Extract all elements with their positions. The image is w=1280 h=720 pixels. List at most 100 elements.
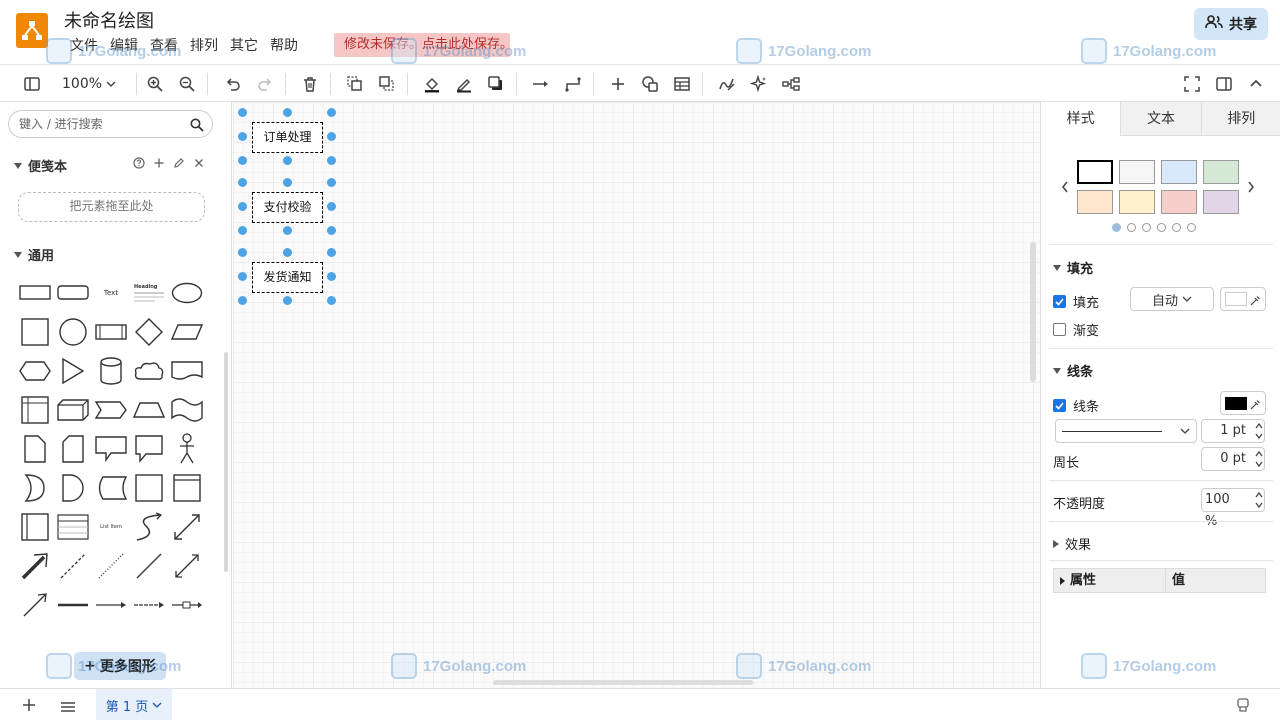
selection-handle[interactable] — [238, 248, 247, 257]
fill-mode-select[interactable]: 自动 — [1130, 287, 1214, 311]
fill-color-icon[interactable] — [420, 72, 444, 96]
effects-section-header[interactable]: 效果 — [1053, 534, 1091, 553]
add-page-icon[interactable] — [22, 697, 36, 716]
shape-ellipse[interactable] — [168, 274, 206, 312]
shape-list[interactable] — [54, 508, 92, 546]
shape-process[interactable] — [92, 313, 130, 351]
style-swatch-7[interactable] — [1161, 190, 1197, 214]
chevron-up-icon[interactable] — [1244, 72, 1268, 96]
shape-delay[interactable] — [54, 469, 92, 507]
selection-handle[interactable] — [327, 132, 336, 141]
line-color-icon[interactable] — [452, 72, 476, 96]
line-color-picker[interactable] — [1220, 391, 1266, 415]
shadow-icon[interactable] — [484, 72, 508, 96]
stepper-icon[interactable] — [1255, 421, 1263, 445]
shape-or[interactable] — [16, 469, 54, 507]
shape-triangle[interactable] — [54, 352, 92, 390]
style-swatch-8[interactable] — [1203, 190, 1239, 214]
line-checkbox[interactable] — [1053, 399, 1066, 412]
page-dot[interactable] — [1157, 223, 1166, 232]
shape-step[interactable] — [92, 391, 130, 429]
shape-actor[interactable] — [168, 430, 206, 468]
shape-cloud[interactable] — [130, 352, 168, 390]
shape-parallelogram[interactable] — [168, 313, 206, 351]
stepper-icon[interactable] — [1255, 490, 1263, 514]
freehand-icon[interactable] — [715, 72, 739, 96]
shape-document[interactable] — [168, 352, 206, 390]
document-title[interactable]: 未命名绘图 — [64, 7, 154, 33]
shape-dotted-line[interactable] — [92, 547, 130, 585]
tab-style[interactable]: 样式 — [1041, 102, 1121, 136]
shape-vertical-container[interactable] — [16, 508, 54, 546]
selection-handle[interactable] — [238, 226, 247, 235]
page-dot[interactable] — [1127, 223, 1136, 232]
selection-handle[interactable] — [327, 296, 336, 305]
selection-handle[interactable] — [238, 202, 247, 211]
selection-handle[interactable] — [238, 296, 247, 305]
diagram-tree-icon[interactable] — [779, 72, 803, 96]
node-order-processing[interactable]: 订单处理 — [252, 122, 323, 153]
shape-list-item[interactable]: List Item — [92, 508, 130, 546]
tab-arrange[interactable]: 排列 — [1200, 102, 1280, 136]
menu-edit[interactable]: 编辑 — [104, 36, 144, 56]
shape-directional-connector[interactable] — [16, 586, 54, 624]
selection-handle[interactable] — [283, 296, 292, 305]
zoom-out-icon[interactable] — [175, 72, 199, 96]
shape-cube[interactable] — [54, 391, 92, 429]
format-panel-toggle-icon[interactable] — [20, 72, 44, 96]
shape-text[interactable]: Text — [92, 274, 130, 312]
fill-checkbox[interactable] — [1053, 295, 1066, 308]
style-swatch-5[interactable] — [1077, 190, 1113, 214]
close-icon[interactable] — [192, 156, 206, 170]
shape-card[interactable] — [54, 430, 92, 468]
sparkle-icon[interactable] — [747, 72, 771, 96]
shape-speech-bubble[interactable] — [130, 430, 168, 468]
selection-handle[interactable] — [238, 178, 247, 187]
selection-handle[interactable] — [283, 178, 292, 187]
line-section-header[interactable]: 线条 — [1053, 361, 1093, 380]
shape-labeled-link[interactable] — [130, 586, 168, 624]
selection-handle[interactable] — [327, 178, 336, 187]
selection-handle[interactable] — [327, 272, 336, 281]
shape-connector-with-box[interactable] — [168, 586, 206, 624]
add-icon[interactable] — [152, 156, 166, 170]
insert-icon[interactable] — [606, 72, 630, 96]
chevron-left-icon[interactable] — [1061, 178, 1069, 197]
menu-file[interactable]: 文件 — [64, 36, 104, 56]
scratchpad-header[interactable]: 便笺本 — [14, 156, 67, 175]
shape-link-arrow[interactable] — [92, 586, 130, 624]
shape-curve[interactable] — [130, 508, 168, 546]
shape-frame[interactable] — [130, 469, 168, 507]
shape-container[interactable] — [168, 469, 206, 507]
shape-note[interactable] — [16, 430, 54, 468]
selection-handle[interactable] — [238, 108, 247, 117]
fill-section-header[interactable]: 填充 — [1053, 258, 1093, 277]
shape-diamond[interactable] — [130, 313, 168, 351]
shape-hexagon[interactable] — [16, 352, 54, 390]
edit-icon[interactable] — [172, 156, 186, 170]
style-swatch-4[interactable] — [1203, 160, 1239, 184]
gradient-checkbox[interactable] — [1053, 323, 1066, 336]
canvas-vertical-scrollbar[interactable] — [1030, 242, 1036, 382]
node-payment-verification[interactable]: 支付校验 — [252, 192, 323, 223]
more-shapes-button[interactable]: + 更多图形 — [74, 652, 166, 680]
pages-menu-icon[interactable] — [60, 698, 76, 717]
shape-data-storage[interactable] — [92, 469, 130, 507]
selection-handle[interactable] — [283, 108, 292, 117]
shape-trapezoid[interactable] — [130, 391, 168, 429]
to-back-icon[interactable] — [375, 72, 399, 96]
connection-icon[interactable] — [529, 72, 553, 96]
delete-icon[interactable] — [298, 72, 322, 96]
canvas-horizontal-scrollbar[interactable] — [493, 680, 753, 685]
to-front-icon[interactable] — [343, 72, 367, 96]
selection-handle[interactable] — [238, 272, 247, 281]
property-table-header[interactable]: 属性 值 — [1053, 568, 1266, 593]
diagram-canvas[interactable]: 订单处理 支付校验 发货通知 — [233, 102, 1040, 688]
sidebar-scrollbar[interactable] — [224, 352, 228, 572]
search-icon[interactable] — [190, 117, 204, 136]
table-icon[interactable] — [670, 72, 694, 96]
search-input[interactable] — [19, 115, 189, 133]
selection-handle[interactable] — [327, 202, 336, 211]
zoom-in-icon[interactable] — [143, 72, 167, 96]
shape-textbox[interactable]: Heading — [130, 274, 168, 312]
